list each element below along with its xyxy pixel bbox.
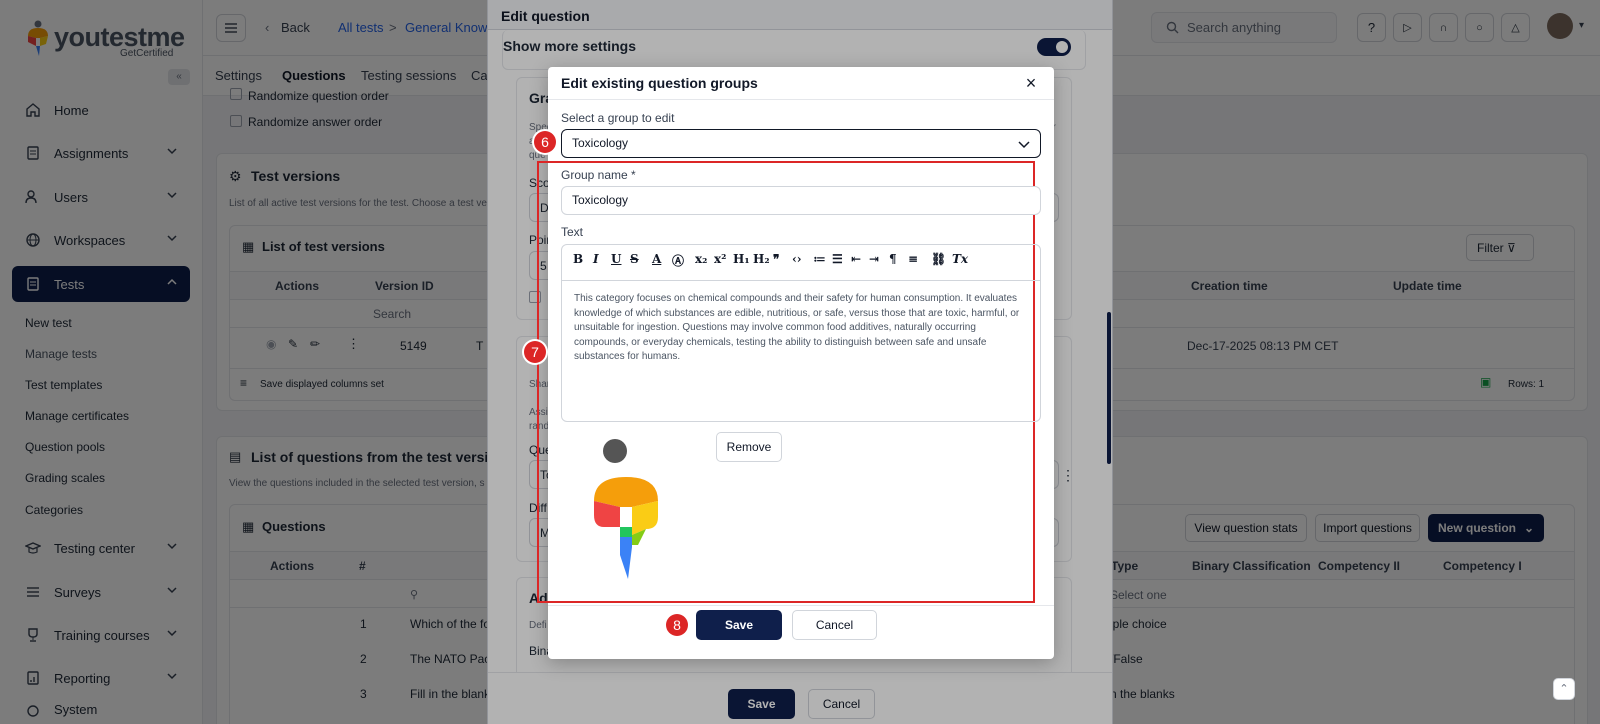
underline-icon[interactable]: U <box>611 252 621 266</box>
bold-icon[interactable]: B <box>573 252 583 266</box>
group-name-input[interactable]: Toxicology <box>561 186 1041 215</box>
rich-text-editor[interactable]: B I U S A Ⓐ x₂ x² H₁ H₂ ❞ ‹› ≔ ☰ ⇤ ⇥ ¶ ≡… <box>561 244 1041 422</box>
indent-icon[interactable]: ⇥ <box>869 252 879 266</box>
heading1-icon[interactable]: H₁ <box>733 252 750 266</box>
scroll-top-button[interactable]: ⌃ <box>1553 678 1575 700</box>
image-dot <box>603 439 627 463</box>
group-select[interactable]: Toxicology <box>561 129 1041 158</box>
question-mark-logo-image <box>594 477 658 579</box>
superscript-icon[interactable]: x² <box>714 252 726 266</box>
editor-content[interactable]: This category focuses on chemical compou… <box>574 292 1030 365</box>
divider <box>548 99 1054 100</box>
strikethrough-icon[interactable]: S <box>630 252 639 266</box>
step-badge-8: 8 <box>666 614 688 636</box>
divider <box>548 605 1054 606</box>
group-select-value: Toxicology <box>572 136 629 150</box>
link-icon[interactable]: ⛓ <box>931 252 946 266</box>
required-mark: * <box>631 168 636 182</box>
paragraph-direction-icon[interactable]: ¶ <box>889 252 897 266</box>
clear-format-icon[interactable]: Tx <box>952 252 968 266</box>
remove-image-button[interactable]: Remove <box>716 432 782 462</box>
close-icon[interactable]: × <box>1023 74 1039 92</box>
select-group-label: Select a group to edit <box>561 111 675 125</box>
font-color-icon[interactable]: A <box>652 252 661 266</box>
group-name-label: Group name * <box>561 168 636 182</box>
edit-question-groups-modal: Edit existing question groups × Select a… <box>534 67 1054 659</box>
step-badge-7: 7 <box>524 341 546 363</box>
italic-icon[interactable]: I <box>593 252 599 266</box>
step-badge-6: 6 <box>534 131 556 153</box>
group-name-label-text: Group name <box>561 168 628 182</box>
group-name-value: Toxicology <box>572 193 629 207</box>
align-icon[interactable]: ≡ <box>908 252 918 266</box>
subscript-icon[interactable]: x₂ <box>695 252 707 266</box>
chevron-down-icon <box>1018 141 1030 149</box>
bullet-list-icon[interactable]: ☰ <box>832 252 843 266</box>
heading2-icon[interactable]: H₂ <box>753 252 770 266</box>
quote-icon[interactable]: ❞ <box>773 252 779 266</box>
save-button[interactable]: Save <box>696 610 782 640</box>
outdent-icon[interactable]: ⇤ <box>851 252 861 266</box>
editor-toolbar: B I U S A Ⓐ x₂ x² H₁ H₂ ❞ ‹› ≔ ☰ ⇤ ⇥ ¶ ≡… <box>562 245 1040 281</box>
text-label: Text <box>561 225 584 239</box>
edit-groups-title: Edit existing question groups <box>561 75 758 91</box>
highlight-icon[interactable]: Ⓐ <box>672 252 684 269</box>
cancel-button[interactable]: Cancel <box>792 610 877 640</box>
ordered-list-icon[interactable]: ≔ <box>813 252 826 266</box>
code-icon[interactable]: ‹› <box>792 252 802 266</box>
